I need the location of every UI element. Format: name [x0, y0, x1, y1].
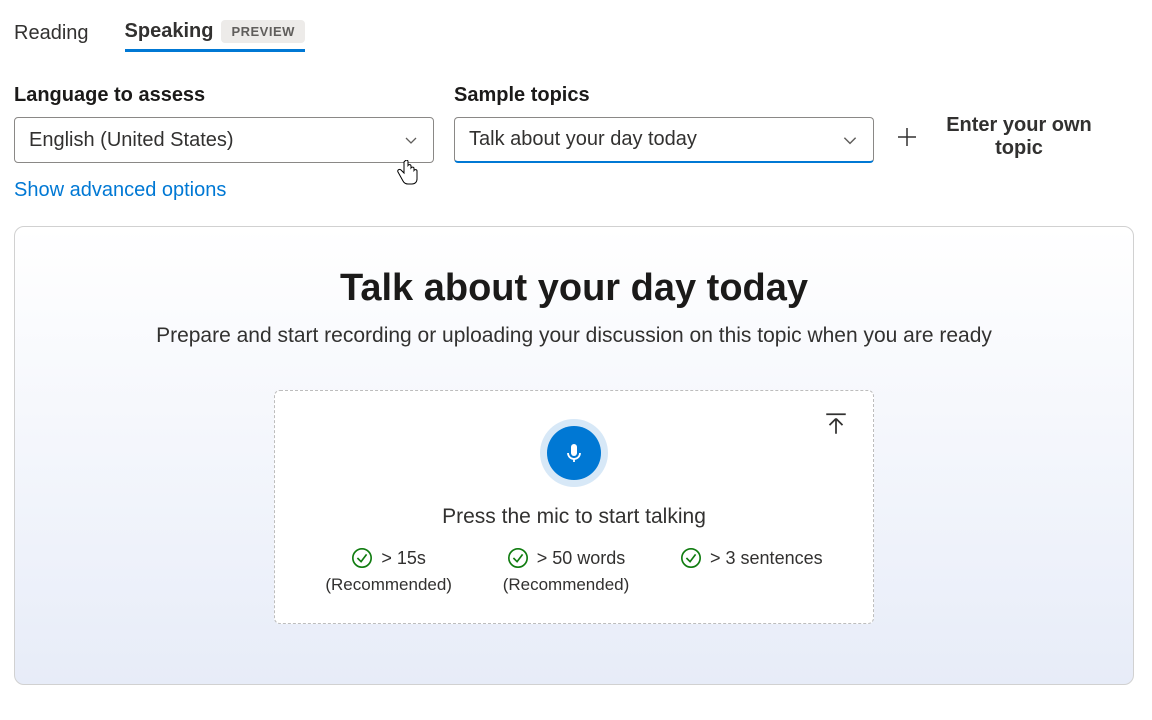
cursor-pointer-icon: [395, 160, 421, 190]
language-select[interactable]: English (United States): [14, 117, 434, 163]
panel-subtitle: Prepare and start recording or uploading…: [45, 324, 1103, 348]
mic-inner: [547, 426, 601, 480]
criterion-duration-text: > 15s: [381, 548, 426, 569]
own-topic-label: Enter your own topic: [934, 114, 1104, 160]
criterion-words-sub: (Recommended): [503, 575, 630, 595]
check-circle-icon: [507, 547, 529, 569]
tab-reading[interactable]: Reading: [14, 16, 89, 51]
upload-icon: [823, 411, 849, 437]
language-label: Language to assess: [14, 84, 434, 107]
topic-field: Sample topics Talk about your day today: [454, 84, 874, 163]
upload-button[interactable]: [823, 411, 849, 442]
topic-select[interactable]: Talk about your day today: [454, 117, 874, 163]
plus-icon: [894, 124, 920, 150]
chevron-down-icon: [403, 132, 419, 148]
tab-speaking[interactable]: Speaking PREVIEW: [125, 14, 305, 52]
microphone-icon: [562, 441, 586, 465]
language-value: English (United States): [29, 129, 234, 152]
mic-button[interactable]: [540, 419, 608, 487]
tab-reading-label: Reading: [14, 22, 89, 45]
criterion-sentences-text: > 3 sentences: [710, 548, 823, 569]
criterion-words: > 50 words (Recommended): [503, 547, 630, 595]
topic-value: Talk about your day today: [469, 128, 697, 151]
criterion-sentences: > 3 sentences: [680, 547, 823, 575]
enter-own-topic-button[interactable]: Enter your own topic: [894, 114, 1104, 160]
tabs: Reading Speaking PREVIEW: [14, 14, 1138, 52]
criterion-duration: > 15s (Recommended): [325, 547, 452, 595]
criterion-words-text: > 50 words: [537, 548, 626, 569]
check-circle-icon: [680, 547, 702, 569]
criteria-row: > 15s (Recommended) > 50 words (Recommen…: [305, 547, 843, 595]
controls-row: Language to assess English (United State…: [14, 84, 1138, 163]
chevron-down-icon: [841, 131, 859, 149]
show-advanced-options-link[interactable]: Show advanced options: [14, 179, 226, 202]
assessment-panel: Talk about your day today Prepare and st…: [14, 226, 1134, 685]
mic-instruction: Press the mic to start talking: [305, 505, 843, 529]
recording-card: Press the mic to start talking > 15s (Re…: [274, 390, 874, 624]
preview-badge: PREVIEW: [221, 20, 304, 43]
criterion-duration-sub: (Recommended): [325, 575, 452, 595]
topic-label: Sample topics: [454, 84, 874, 107]
language-field: Language to assess English (United State…: [14, 84, 434, 163]
check-circle-icon: [351, 547, 373, 569]
tab-speaking-label: Speaking: [125, 20, 214, 43]
panel-title: Talk about your day today: [45, 267, 1103, 310]
